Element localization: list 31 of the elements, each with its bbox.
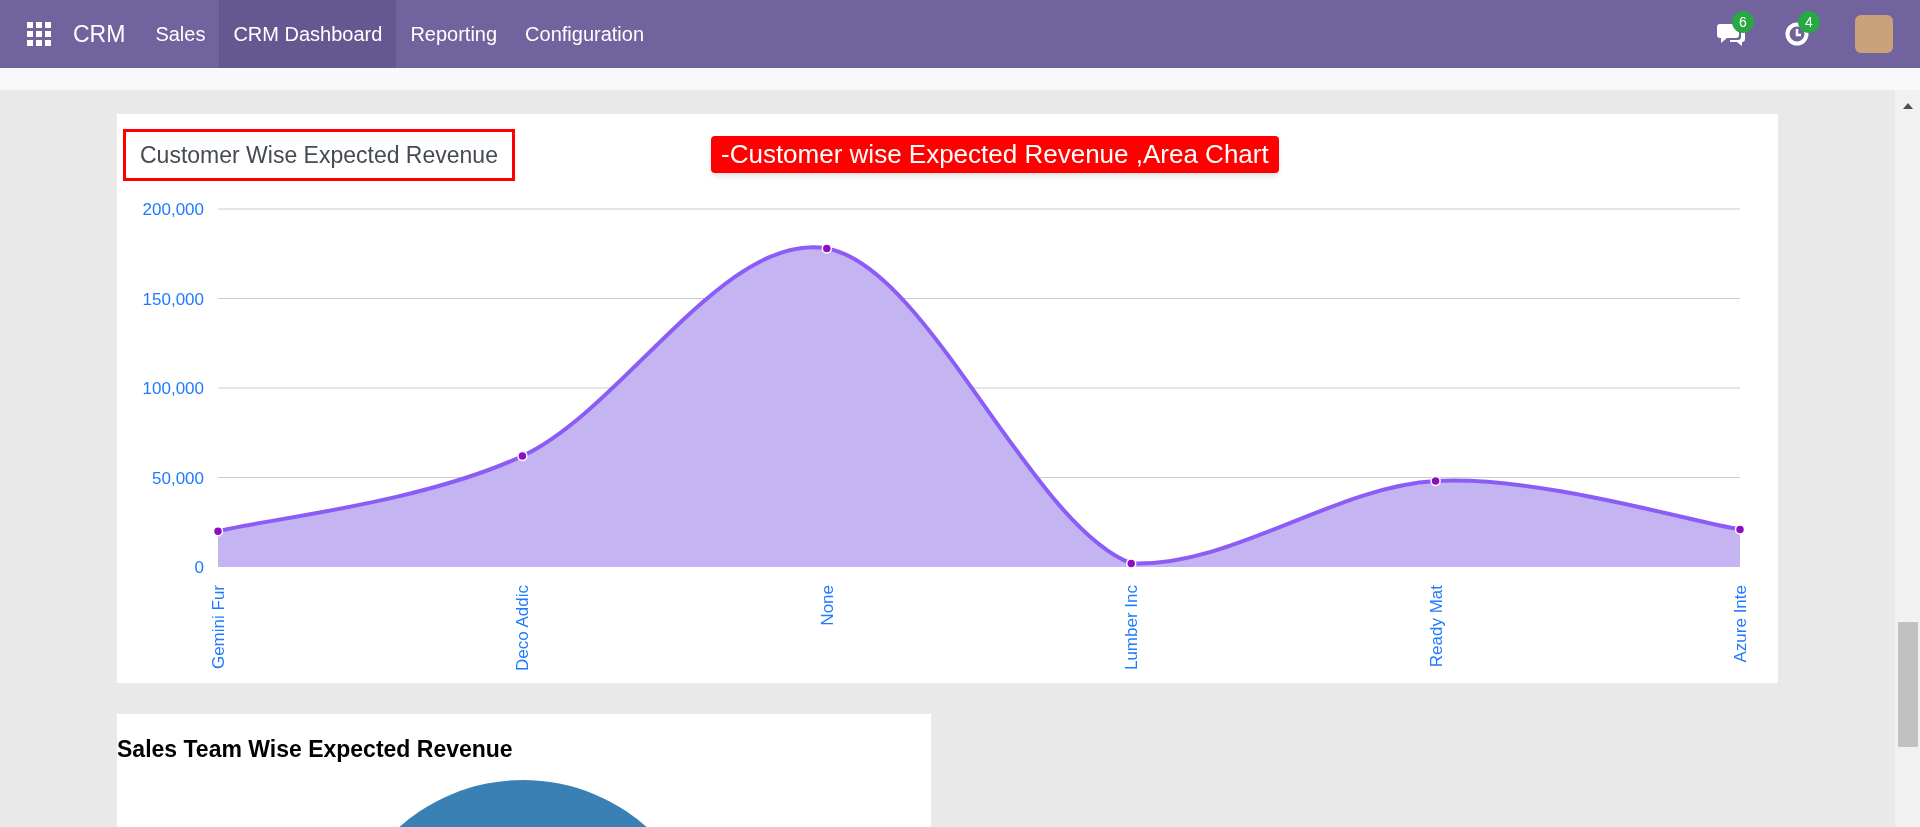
activity-count-badge: 4	[1798, 11, 1820, 33]
scroll-up-icon[interactable]	[1902, 102, 1913, 110]
y-axis-label: 150,000	[142, 289, 204, 309]
y-axis-label: 0	[194, 558, 204, 577]
nav-menu-item[interactable]: CRM Dashboard	[219, 0, 397, 68]
nav-menu-item[interactable]: Reporting	[396, 0, 512, 68]
x-axis-label: Deco Addic	[513, 585, 533, 671]
annotation-label: -Customer wise Expected Revenue ,Area Chart	[711, 136, 1279, 173]
x-axis-label: Lumber Inc	[1122, 585, 1142, 671]
message-count-badge: 6	[1732, 11, 1754, 33]
x-axis-label: Gemini Fur	[209, 585, 228, 670]
data-point	[212, 525, 224, 537]
chart-title: Customer Wise Expected Revenue	[123, 129, 515, 181]
y-axis-label: 200,000	[142, 200, 204, 219]
app-name[interactable]: CRM	[71, 16, 128, 52]
data-point	[1125, 558, 1137, 569]
y-axis-label: 50,000	[152, 468, 204, 488]
nav-menu-item[interactable]: Sales	[141, 0, 220, 68]
data-point	[1734, 524, 1746, 535]
x-axis-label: Ready Mat	[1426, 585, 1446, 668]
nav-menu-item[interactable]: Configuration	[511, 0, 659, 68]
data-point	[517, 450, 528, 462]
x-axis-label: None	[817, 585, 837, 626]
app-grid-icon[interactable]	[27, 22, 51, 46]
chart-title: Sales Team Wise Expected Revenue	[117, 735, 513, 764]
data-point	[821, 243, 833, 254]
y-axis-label: 100,000	[142, 379, 204, 398]
scrollbar[interactable]	[1895, 90, 1920, 827]
scrollbar-thumb[interactable]	[1897, 622, 1918, 747]
data-point	[1430, 475, 1441, 487]
x-axis-label: Azure Inte	[1731, 585, 1750, 663]
